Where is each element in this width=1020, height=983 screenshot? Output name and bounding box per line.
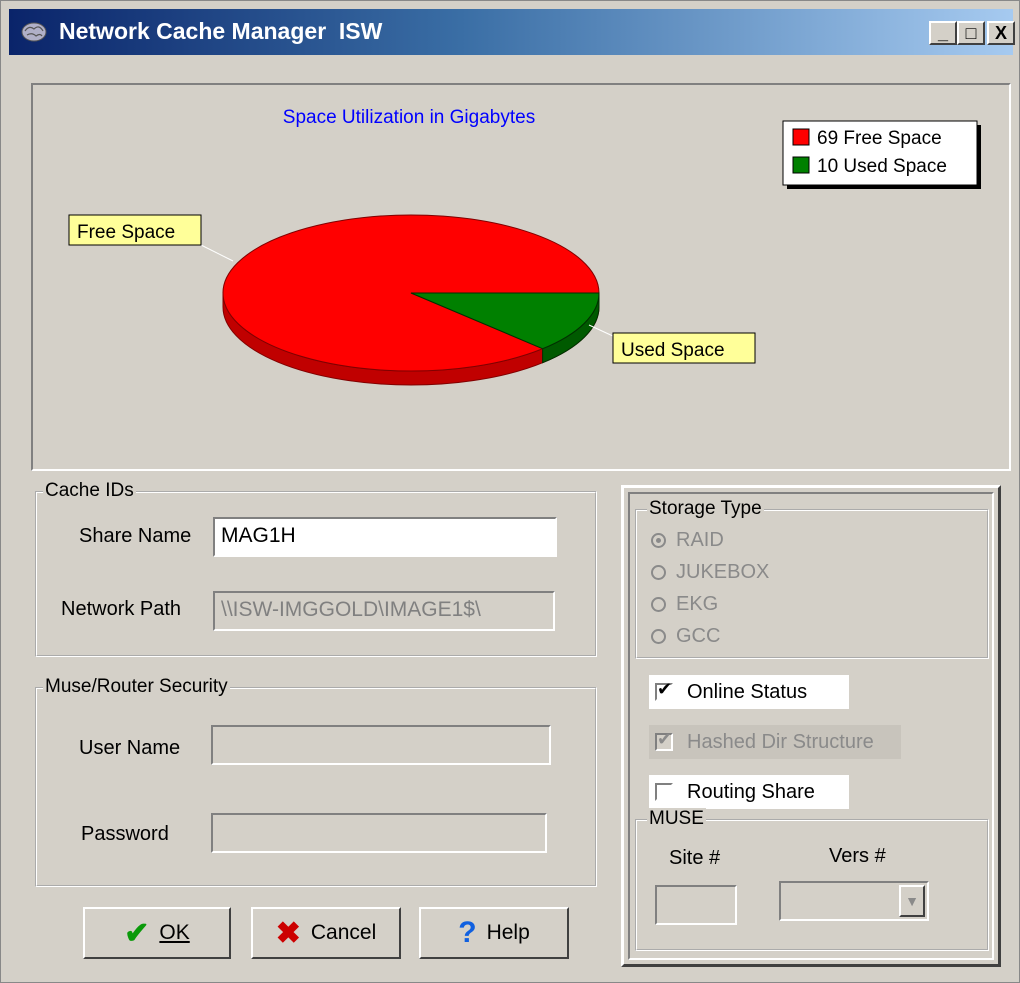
title-bar[interactable]: Network Cache Manager ISW _ □ X <box>9 9 1015 55</box>
cancel-label: Cancel <box>310 921 377 944</box>
legend-entry-used: 10 Used Space <box>817 156 947 177</box>
radio-ekg[interactable]: EKG <box>651 593 718 616</box>
minimize-icon: _ <box>937 23 948 43</box>
space-utilization-chart-panel: Space Utilization in Gigabytes 69 Free S… <box>31 83 1011 471</box>
minimize-button[interactable]: _ <box>929 21 957 45</box>
share-name-input[interactable]: MAG1H <box>213 517 557 557</box>
site-number-label: Site # <box>669 847 721 869</box>
network-cache-manager-window: Network Cache Manager ISW _ □ X Space Ut… <box>0 0 1020 983</box>
version-select[interactable]: ▼ <box>779 881 929 921</box>
maximize-button[interactable]: □ <box>957 21 985 45</box>
app-brain-icon <box>21 22 47 42</box>
maximize-icon: □ <box>965 23 977 43</box>
callout-used-space: Used Space <box>621 340 725 361</box>
password-input[interactable] <box>211 813 547 853</box>
help-label: Help <box>486 921 530 944</box>
radio-empty-icon <box>651 597 666 612</box>
share-name-label: Share Name <box>79 525 192 547</box>
radio-ekg-label: EKG <box>676 593 719 615</box>
radio-empty-icon <box>651 565 666 580</box>
hashed-dir-label: Hashed Dir Structure <box>687 730 874 753</box>
legend-swatch-free <box>792 128 810 146</box>
online-status-label: Online Status <box>687 680 808 703</box>
site-number-input[interactable] <box>655 885 737 925</box>
help-button[interactable]: ? Help <box>419 907 569 959</box>
radio-raid-label: RAID <box>676 529 724 551</box>
ok-label: OK <box>159 921 190 944</box>
radio-empty-icon <box>651 629 666 644</box>
password-label: Password <box>81 823 169 845</box>
window-title: Network Cache Manager ISW <box>59 18 383 44</box>
chart-legend: 69 Free Space 10 Used Space <box>782 120 981 189</box>
muse-router-security-group: Muse/Router Security <box>35 676 597 887</box>
hashed-dir-structure-checkbox[interactable]: ✔ Hashed Dir Structure <box>649 725 901 759</box>
checkmark-icon: ✔ <box>124 916 150 950</box>
radio-gcc-label: GCC <box>676 625 721 647</box>
legend-entry-free: 69 Free Space <box>817 128 942 149</box>
radio-jukebox-label: JUKEBOX <box>676 561 770 583</box>
routing-share-checkbox[interactable]: Routing Share <box>649 775 849 809</box>
pie-chart: Space Utilization in Gigabytes 69 Free S… <box>68 107 981 386</box>
cache-ids-group: Cache IDs <box>35 480 597 657</box>
cancel-button[interactable]: ✖ Cancel <box>251 907 401 959</box>
online-status-checkbox[interactable]: ✔ Online Status <box>649 675 849 709</box>
close-button[interactable]: X <box>987 21 1015 45</box>
chart-title: Space Utilization in Gigabytes <box>283 107 535 128</box>
checkbox-checked-icon: ✔ <box>655 679 673 701</box>
muse-title: MUSE <box>647 808 706 830</box>
x-cross-icon: ✖ <box>275 916 301 950</box>
legend-swatch-used <box>792 156 810 174</box>
network-path-input[interactable]: \\ISW-IMGGOLD\IMAGE1$\ <box>213 591 555 631</box>
chevron-down-icon[interactable]: ▼ <box>899 885 925 917</box>
security-title: Muse/Router Security <box>43 676 230 698</box>
radio-gcc[interactable]: GCC <box>651 625 720 648</box>
version-number-label: Vers # <box>829 845 886 867</box>
checkbox-checked-disabled-icon: ✔ <box>655 729 673 751</box>
cache-ids-title: Cache IDs <box>43 480 136 502</box>
close-icon: X <box>994 23 1007 43</box>
radio-selected-icon <box>651 533 666 548</box>
radio-raid[interactable]: RAID <box>651 529 724 552</box>
user-name-input[interactable] <box>211 725 551 765</box>
checkbox-empty-icon <box>655 783 673 801</box>
ok-button[interactable]: ✔ OK <box>83 907 231 959</box>
storage-type-title: Storage Type <box>647 498 764 520</box>
routing-share-label: Routing Share <box>687 780 815 803</box>
user-name-label: User Name <box>79 737 181 759</box>
radio-jukebox[interactable]: JUKEBOX <box>651 561 769 584</box>
question-mark-icon: ? <box>458 916 477 949</box>
callout-free-space: Free Space <box>77 222 175 243</box>
network-path-label: Network Path <box>61 598 182 620</box>
